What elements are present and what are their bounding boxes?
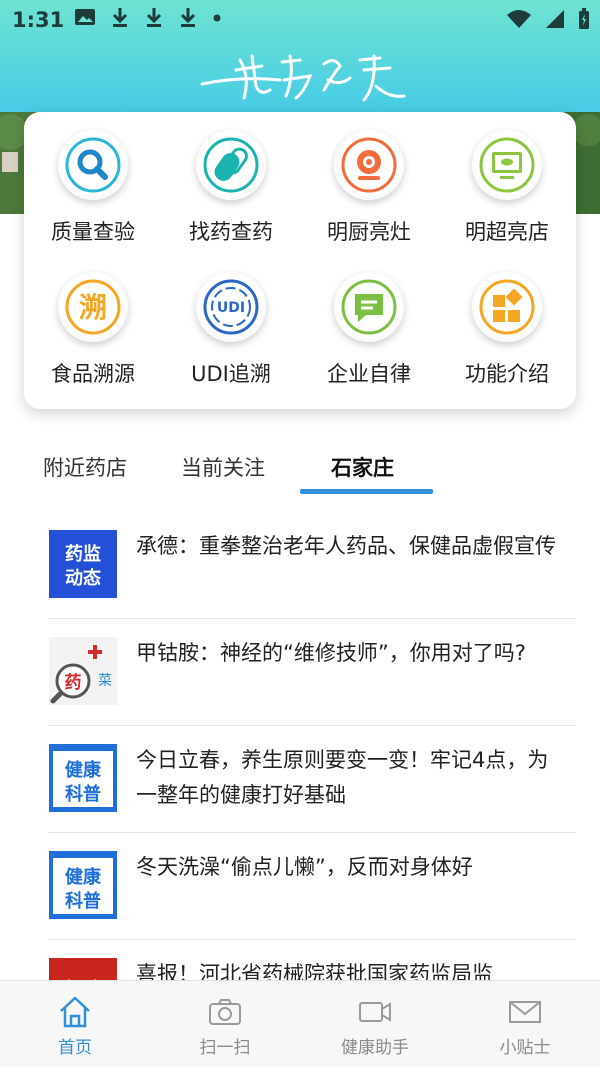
image-icon (75, 9, 95, 25)
svg-text:UDI: UDI (217, 300, 245, 316)
svg-text:科普: 科普 (65, 783, 101, 805)
wifi-icon (507, 10, 531, 28)
action-store[interactable]: 明超亮店 (438, 112, 576, 254)
pills-icon (196, 130, 266, 200)
news-list: 药监 动态 承德：重拳整治老年人药品、保健品虚假宣传 药 菜 甲钴胺：神经的“维… (48, 512, 576, 1047)
home-icon (60, 996, 90, 1028)
dot-icon (213, 14, 221, 22)
action-find-drug[interactable]: 找药查药 (162, 112, 300, 254)
active-tab-indicator (300, 489, 433, 494)
svg-text:科普: 科普 (65, 890, 101, 912)
action-label: 明超亮店 (465, 220, 549, 244)
action-label: 功能介绍 (465, 362, 549, 386)
calligraphy-logo (200, 54, 406, 102)
list-item[interactable]: 药监 动态 承德：重拳整治老年人药品、保健品虚假宣传 (48, 512, 576, 619)
signal-icon (546, 10, 564, 28)
news-thumbnail: 药监 动态 (49, 530, 117, 598)
battery-icon (579, 8, 589, 29)
nav-scan[interactable]: 扫一扫 (150, 981, 300, 1067)
webcam-icon (334, 130, 404, 200)
grid-blocks-icon (472, 272, 542, 342)
tab-shijiazhuang[interactable]: 石家庄 (331, 452, 394, 482)
action-label: UDI追溯 (191, 362, 271, 386)
tab-following[interactable]: 当前关注 (181, 452, 265, 482)
news-title: 甲钴胺：神经的“维修技师”，你用对了吗? (136, 641, 526, 665)
message-icon (334, 272, 404, 342)
news-thumbnail: 健康 科普 (49, 744, 117, 812)
action-label: 明厨亮灶 (327, 220, 411, 244)
nav-label: 健康助手 (341, 1038, 409, 1058)
download-icon (112, 8, 128, 27)
action-feature-intro[interactable]: 功能介绍 (438, 254, 576, 396)
svg-text:健康: 健康 (65, 866, 102, 888)
udi-icon: UDI (196, 272, 266, 342)
list-item[interactable]: 健康 科普 冬天洗澡“偷点儿懒”，反而对身体好 (48, 833, 576, 940)
news-thumbnail: 健康 科普 (49, 851, 117, 919)
news-title: 承德：重拳整治老年人药品、保健品虚假宣传 (136, 534, 556, 558)
svg-text:动态: 动态 (65, 567, 101, 589)
quick-actions-card: 质量查验 找药查药 明厨亮灶 明超亮店 溯 食品溯源 UDI UDI追溯 企业自… (24, 112, 576, 409)
news-title: 冬天洗澡“偷点儿懒”，反而对身体好 (136, 855, 473, 879)
svg-text:菜: 菜 (98, 673, 112, 689)
news-tabs: 附近药店 当前关注 石家庄 (0, 444, 600, 496)
action-food-trace[interactable]: 溯 食品溯源 (24, 254, 162, 396)
action-label: 食品溯源 (51, 362, 135, 386)
action-label: 质量查验 (51, 220, 135, 244)
search-icon (58, 130, 128, 200)
monitor-icon (472, 130, 542, 200)
mail-icon (509, 1001, 541, 1023)
nav-home[interactable]: 首页 (0, 981, 150, 1067)
video-icon (359, 1002, 391, 1022)
list-item[interactable]: 药 菜 甲钴胺：神经的“维修技师”，你用对了吗? (48, 619, 576, 726)
news-title: 今日立春，养生原则要变一变！牢记4点，为一整年的健康打好基础 (136, 748, 549, 807)
svg-text:药: 药 (65, 672, 82, 693)
download-icon (180, 8, 196, 27)
nav-health-assistant[interactable]: 健康助手 (300, 981, 450, 1067)
tab-nearby-pharmacy[interactable]: 附近药店 (43, 452, 127, 482)
bottom-nav: 首页 扫一扫 健康助手 小贴士 (0, 980, 600, 1067)
status-bar: 1:31 (0, 0, 600, 42)
svg-text:健康: 健康 (65, 759, 102, 781)
action-udi-trace[interactable]: UDI UDI追溯 (162, 254, 300, 396)
svg-text:药监: 药监 (65, 543, 101, 565)
action-kitchen[interactable]: 明厨亮灶 (300, 112, 438, 254)
svg-text:溯: 溯 (79, 291, 107, 324)
list-item[interactable]: 健康 科普 今日立春，养生原则要变一变！牢记4点，为一整年的健康打好基础 (48, 726, 576, 833)
action-self-discipline[interactable]: 企业自律 (300, 254, 438, 396)
camera-icon (209, 999, 241, 1025)
nav-label: 小贴士 (499, 1038, 551, 1058)
status-time: 1:31 (12, 8, 65, 32)
nav-tips[interactable]: 小贴士 (450, 981, 600, 1067)
download-icon (146, 8, 162, 27)
trace-char-icon: 溯 (58, 272, 128, 342)
news-thumbnail: 药 菜 (49, 637, 117, 705)
action-label: 找药查药 (189, 220, 273, 244)
action-quality-check[interactable]: 质量查验 (24, 112, 162, 254)
nav-label: 扫一扫 (199, 1038, 251, 1058)
action-label: 企业自律 (327, 362, 411, 386)
nav-label: 首页 (58, 1038, 92, 1058)
